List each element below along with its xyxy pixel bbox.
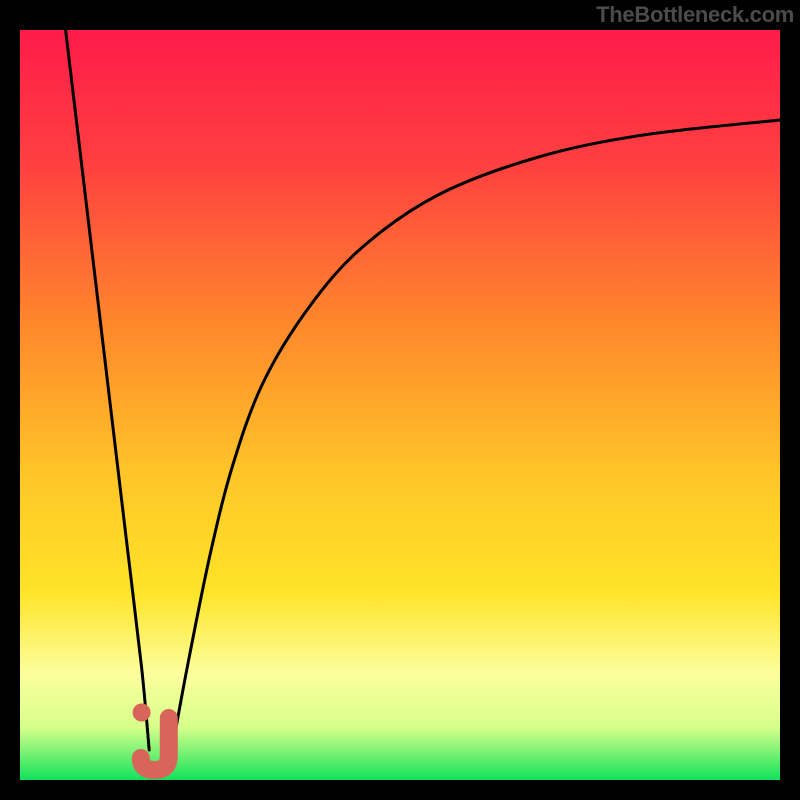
page-root: TheBottleneck.com (0, 0, 800, 800)
plot-frame (20, 30, 780, 780)
watermark-text: TheBottleneck.com (596, 2, 794, 28)
dot-marker (133, 704, 151, 722)
plot-svg (20, 30, 780, 780)
plot-background-gradient (20, 30, 780, 780)
